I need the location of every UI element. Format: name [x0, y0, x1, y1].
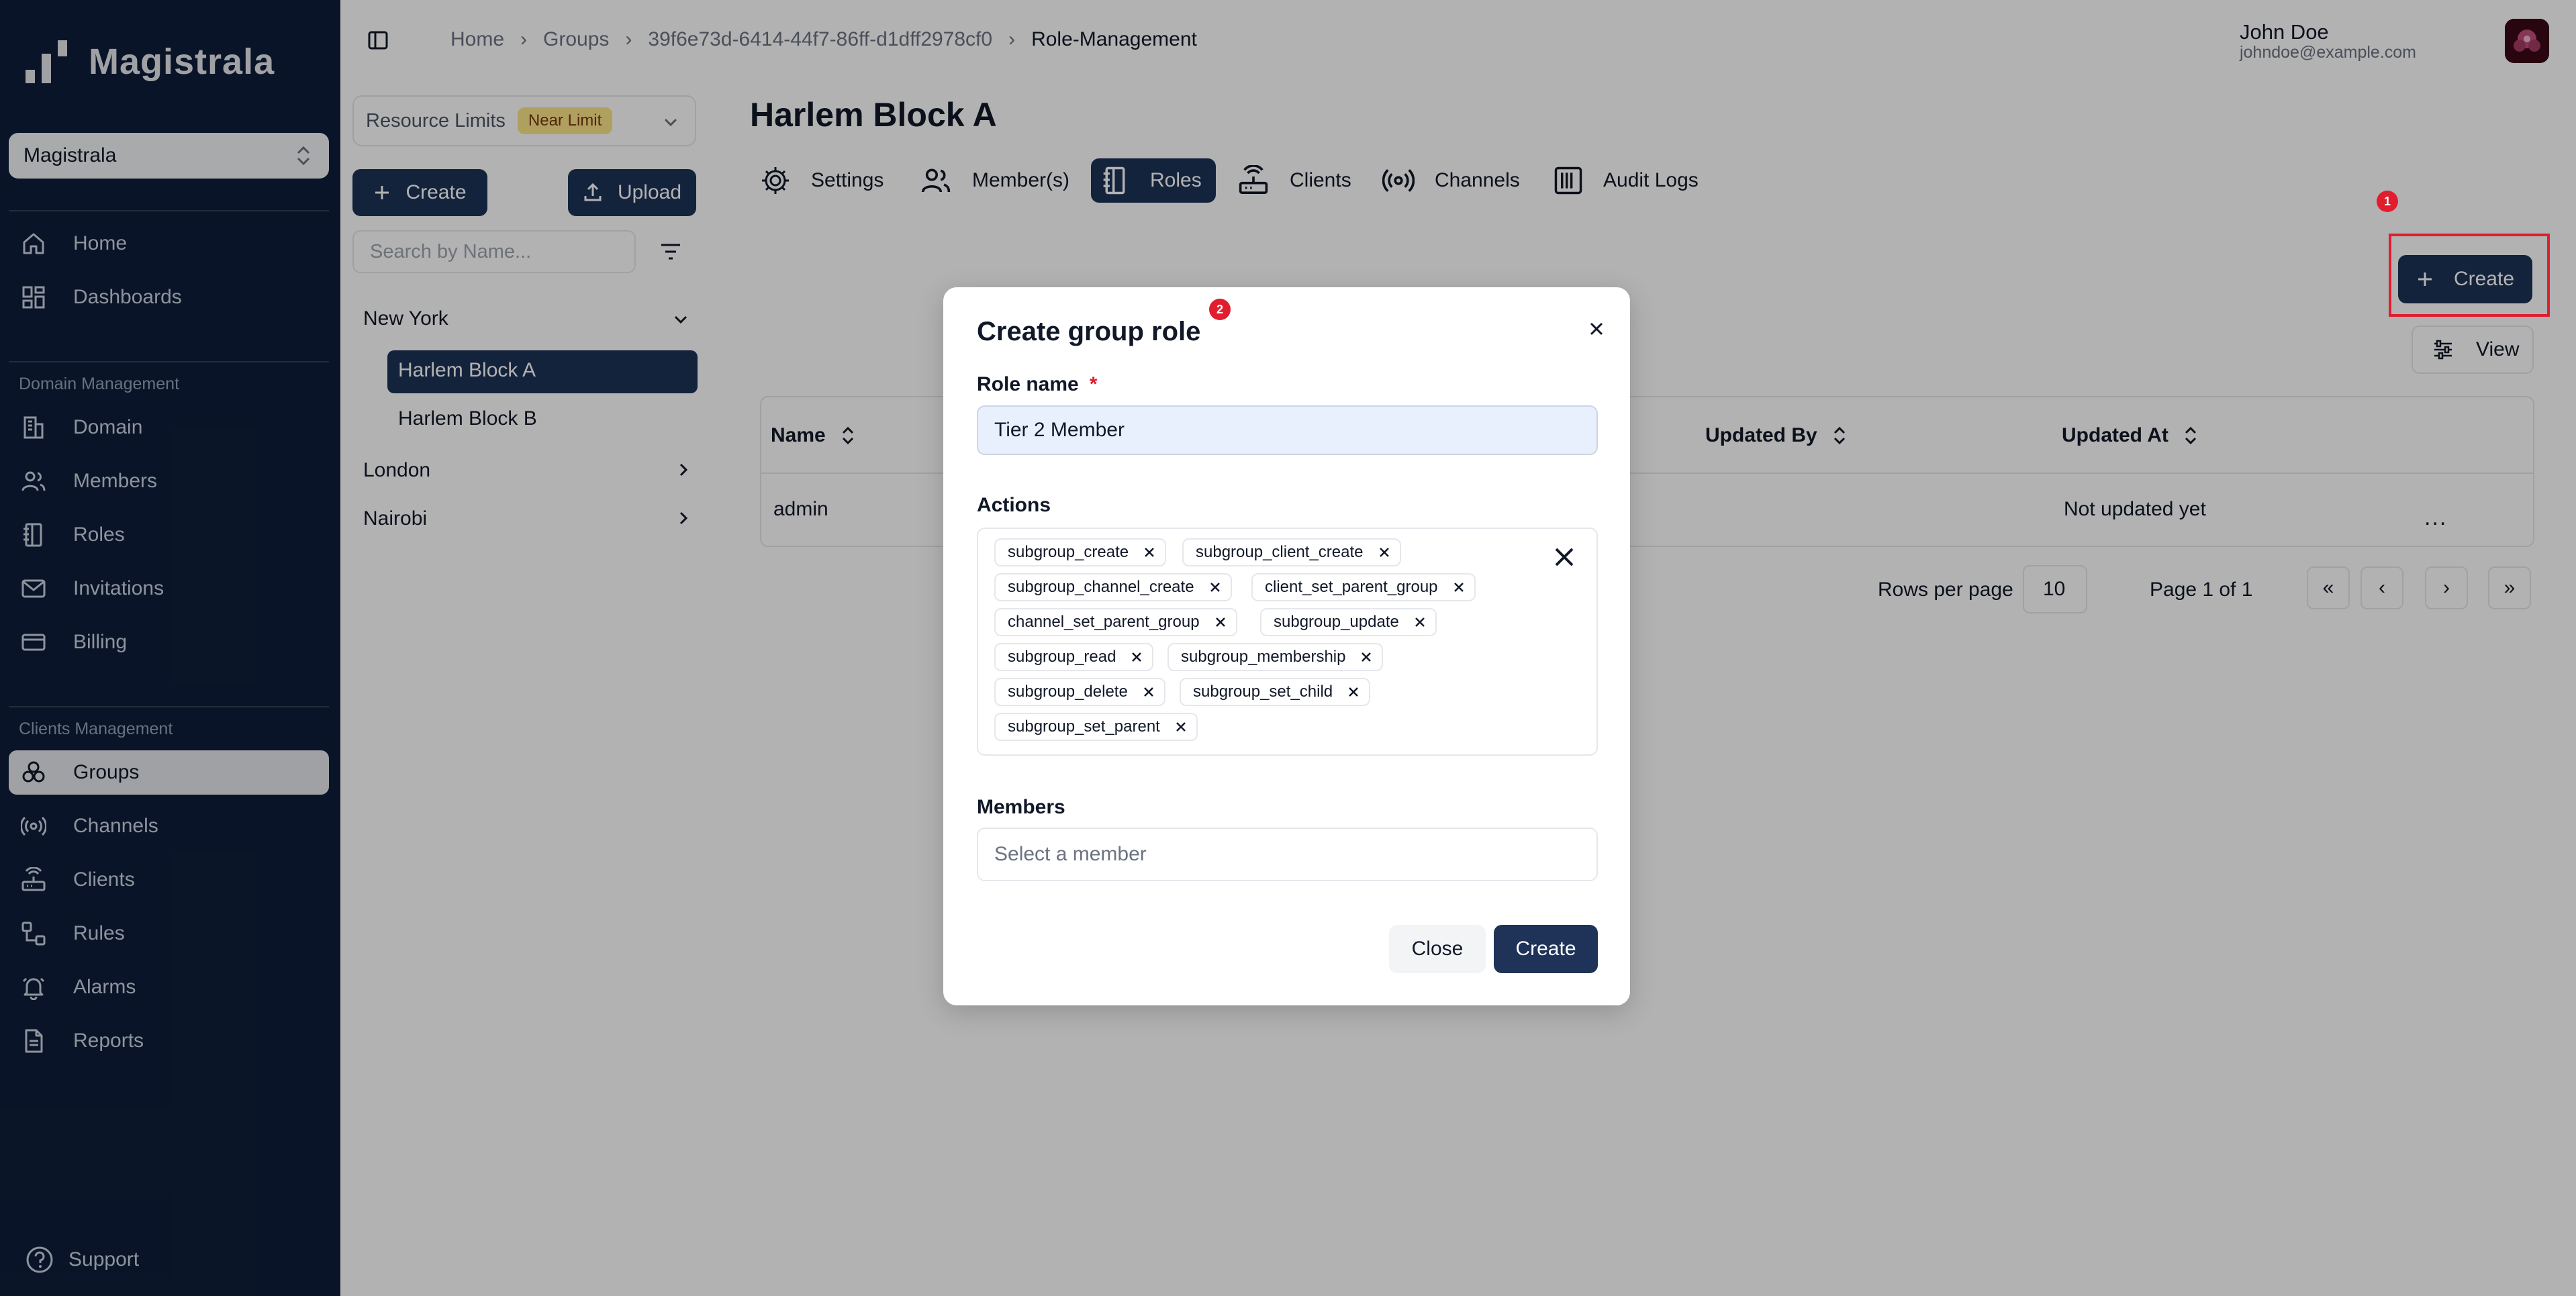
chip-remove-icon[interactable] — [1175, 721, 1187, 733]
role-name-input[interactable]: Tier 2 Member — [977, 405, 1598, 455]
role-name-label-text: Role name — [977, 373, 1079, 395]
member-select-input[interactable]: Select a member — [977, 828, 1598, 881]
submit-create-button[interactable]: Create — [1494, 925, 1598, 973]
chip-remove-icon[interactable] — [1143, 686, 1155, 698]
close-icon[interactable] — [1587, 319, 1606, 338]
chip-label: subgroup_channel_create — [1008, 578, 1194, 596]
highlight-box — [2389, 234, 2550, 317]
chip-remove-icon[interactable] — [1414, 616, 1426, 628]
dialog-title: Create group role — [977, 317, 1201, 346]
action-chip: subgroup_channel_create — [994, 573, 1232, 601]
chip-remove-icon[interactable] — [1347, 686, 1359, 698]
action-chip: client_set_parent_group — [1251, 573, 1476, 601]
close-button[interactable]: Close — [1389, 925, 1486, 973]
chip-remove-icon[interactable] — [1360, 651, 1372, 663]
action-chip: subgroup_set_child — [1180, 678, 1371, 706]
chip-remove-icon[interactable] — [1378, 546, 1390, 558]
chip-remove-icon[interactable] — [1131, 651, 1143, 663]
action-chip: channel_set_parent_group — [994, 608, 1237, 636]
action-chip: subgroup_membership — [1167, 643, 1384, 671]
annotation-marker-2: 2 — [1209, 299, 1231, 320]
actions-multiselect[interactable]: subgroup_create subgroup_client_create s… — [977, 528, 1598, 756]
action-chip: subgroup_read — [994, 643, 1154, 671]
chip-label: subgroup_delete — [1008, 683, 1128, 701]
chip-label: subgroup_set_parent — [1008, 717, 1160, 736]
members-label: Members — [977, 796, 1065, 818]
chip-label: subgroup_update — [1274, 613, 1399, 631]
chip-label: subgroup_set_child — [1193, 683, 1333, 701]
chip-label: client_set_parent_group — [1265, 578, 1438, 596]
chip-label: subgroup_client_create — [1196, 543, 1364, 561]
action-chip: subgroup_create — [994, 538, 1167, 566]
chip-remove-icon[interactable] — [1143, 546, 1155, 558]
chip-label: channel_set_parent_group — [1008, 613, 1200, 631]
chip-label: subgroup_read — [1008, 648, 1116, 666]
chip-remove-icon[interactable] — [1214, 616, 1227, 628]
action-chip: subgroup_set_parent — [994, 713, 1198, 741]
actions-label: Actions — [977, 494, 1051, 516]
chip-remove-icon[interactable] — [1453, 581, 1465, 593]
create-role-dialog: Create group role Role name * Tier 2 Memb… — [943, 287, 1630, 1005]
action-chip: subgroup_client_create — [1182, 538, 1401, 566]
required-mark: * — [1089, 373, 1098, 395]
role-name-label: Role name * — [977, 373, 1097, 396]
chip-label: subgroup_create — [1008, 543, 1129, 561]
action-chip: subgroup_delete — [994, 678, 1165, 706]
action-chip: subgroup_update — [1260, 608, 1437, 636]
chip-remove-icon[interactable] — [1209, 581, 1221, 593]
annotation-marker-1: 1 — [2377, 191, 2398, 212]
chip-label: subgroup_membership — [1181, 648, 1346, 666]
clear-all-icon[interactable] — [1552, 545, 1576, 569]
